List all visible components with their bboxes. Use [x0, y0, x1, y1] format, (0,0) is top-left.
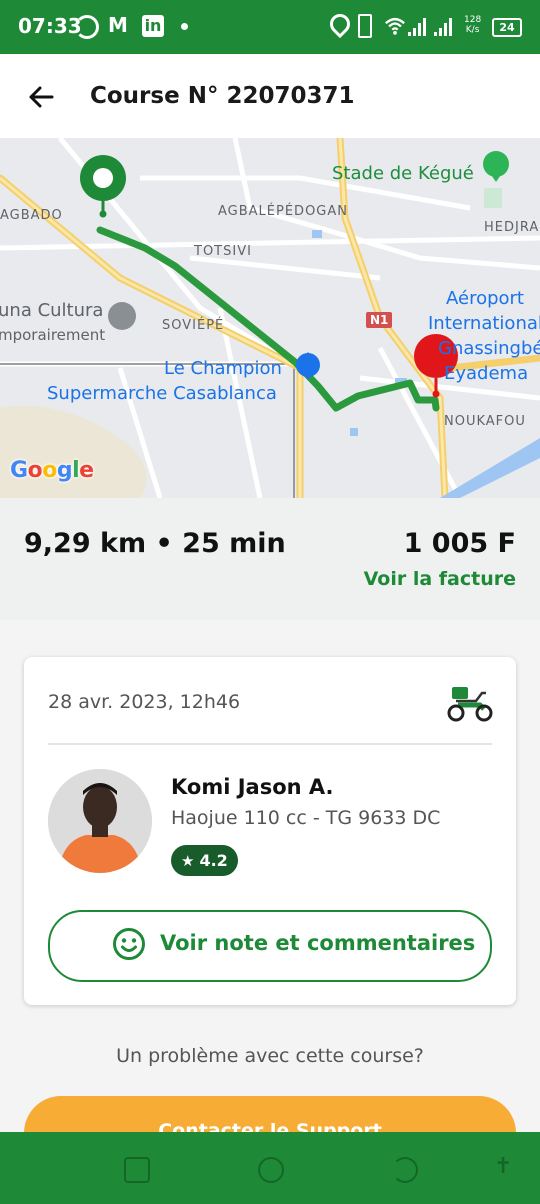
back-icon[interactable] — [392, 1157, 418, 1183]
motorbike-icon — [447, 687, 493, 722]
status-time: 07:33 — [18, 14, 82, 38]
map-label-agbalepedogan: AGBALÉPÉDOGAN — [218, 204, 348, 219]
map-label-totsivi: TOTSIVI — [194, 244, 252, 259]
recent-apps-icon[interactable] — [124, 1157, 150, 1183]
poi-aeroport-line1[interactable]: Aéroport — [446, 288, 524, 309]
map-label-agbado: AGBADO — [0, 208, 63, 223]
speed-value: 128 — [464, 15, 482, 25]
wifi-icon — [385, 17, 405, 35]
star-icon: ★ — [181, 851, 195, 870]
status-bar: 07:33 M in 128 K/s 24 — [0, 0, 540, 54]
driver-photo — [48, 769, 152, 873]
map-label-soviepe: SOVIÉPÉ — [162, 318, 225, 333]
poi-cultura-line1[interactable]: una Cultura — [0, 300, 103, 321]
problem-question: Un problème avec cette course? — [116, 1045, 424, 1067]
view-invoice-link[interactable]: Voir la facture — [364, 568, 516, 590]
page-title: Course N° 22070371 — [90, 83, 355, 109]
sync-icon — [75, 15, 99, 39]
notification-dot-icon — [181, 23, 188, 30]
google-logo: Google — [10, 458, 94, 483]
poi-champion-line2[interactable]: Supermarche Casablanca — [47, 383, 277, 404]
trip-summary: 9,29 km • 25 min 1 005 F Voir la facture — [0, 498, 540, 620]
accessibility-icon[interactable]: ✝ — [494, 1154, 516, 1179]
poi-aeroport-line4[interactable]: Eyadema — [444, 363, 528, 384]
battery-icon: 24 — [492, 18, 522, 37]
trip-date: 28 avr. 2023, 12h46 — [48, 691, 241, 713]
map-label-hedjra: HEDJRA — [484, 220, 540, 235]
poi-cultura-line2: mporairement — [0, 326, 106, 344]
poi-aeroport-line3[interactable]: Gnassingbé — [438, 338, 540, 359]
location-icon — [325, 9, 355, 39]
driver-avatar — [48, 769, 152, 873]
app-header: Course N° 22070371 — [0, 54, 540, 138]
view-reviews-button[interactable]: Voir note et commentaires — [48, 910, 492, 982]
trip-price: 1 005 F — [403, 528, 516, 559]
rating-badge: ★ 4.2 — [171, 845, 238, 876]
back-arrow-icon[interactable] — [24, 80, 58, 114]
network-speed: 128 K/s — [464, 15, 481, 35]
view-reviews-label: Voir note et commentaires — [160, 931, 476, 955]
card-divider — [48, 743, 492, 745]
poi-stade-kegue[interactable]: Stade de Kégué — [332, 163, 474, 184]
rating-value: 4.2 — [199, 851, 228, 870]
distance-duration: 9,29 km • 25 min — [24, 528, 286, 559]
system-nav-bar: ✝ — [0, 1132, 540, 1204]
signal-2-icon — [434, 16, 456, 36]
driver-card: 28 avr. 2023, 12h46 Komi Jason A. Haojue… — [24, 657, 516, 1005]
linkedin-icon: in — [142, 15, 164, 37]
speed-unit: K/s — [465, 25, 480, 35]
signal-1-icon — [408, 16, 430, 36]
driver-name: Komi Jason A. — [171, 775, 334, 799]
poi-aeroport-line2[interactable]: International — [428, 313, 540, 334]
smile-icon — [113, 928, 145, 960]
poi-champion-line1[interactable]: Le Champion — [164, 358, 282, 379]
home-icon[interactable] — [258, 1157, 284, 1183]
map-road-badge-n1: N1 — [366, 312, 393, 328]
gmail-icon: M — [108, 13, 128, 37]
map-label-noukafou: NOUKAFOU — [444, 414, 526, 429]
vehicle-info: Haojue 110 cc - TG 9633 DC — [171, 807, 441, 829]
route-map[interactable]: AGBADO AGBALÉPÉDOGAN TOTSIVI HEDJRA SOVI… — [0, 138, 540, 498]
vibrate-icon — [358, 14, 372, 38]
